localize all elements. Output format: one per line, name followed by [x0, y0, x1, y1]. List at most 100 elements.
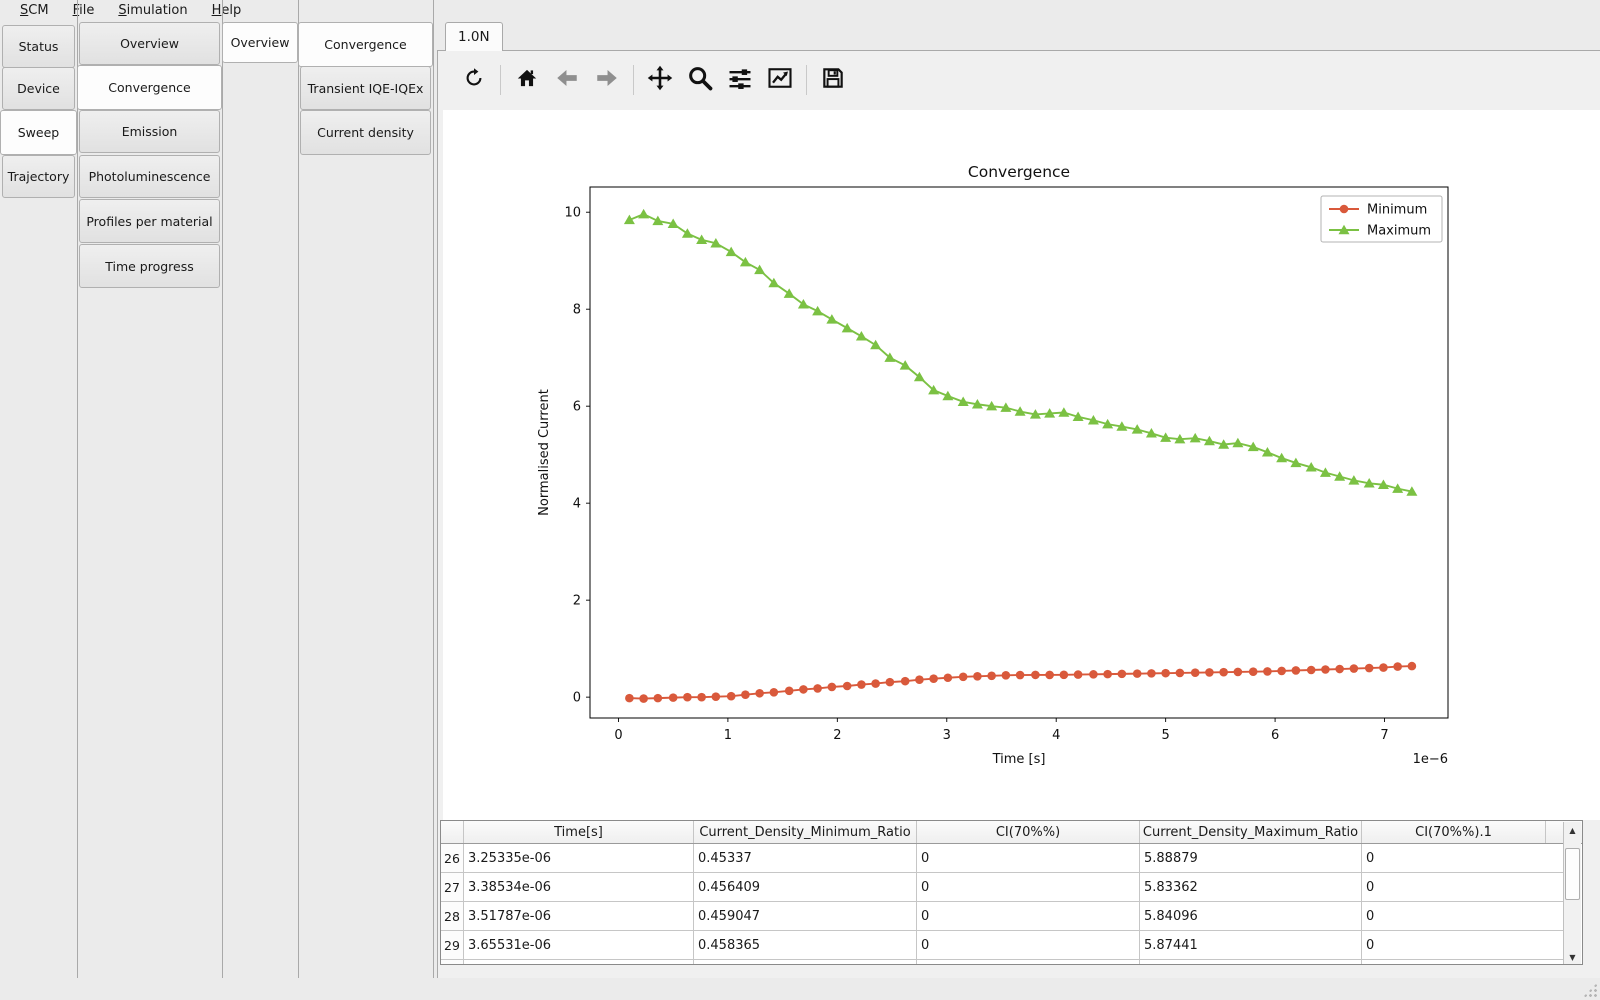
svg-text:3: 3 — [943, 728, 951, 743]
cell-ci70: 0 — [917, 931, 1140, 960]
cell-ci70-1: 0 — [1362, 902, 1564, 931]
cell-max-ratio: 5.87441 — [1140, 931, 1362, 960]
back-arrow-icon — [554, 65, 580, 95]
svg-text:Convergence: Convergence — [968, 163, 1070, 181]
tab-overview-l2[interactable]: Overview — [79, 22, 220, 65]
plot-toolbar — [443, 55, 850, 105]
svg-text:Minimum: Minimum — [1367, 203, 1427, 218]
svg-text:0: 0 — [614, 728, 622, 743]
svg-text:4: 4 — [573, 497, 581, 512]
col-header-time[interactable]: Time[s] — [464, 821, 694, 843]
cell-min-ratio: 0.459047 — [694, 902, 917, 931]
cell-ci70: 0 — [917, 873, 1140, 902]
cell-time: 3.38534e-06 — [464, 873, 694, 902]
svg-text:Maximum: Maximum — [1367, 224, 1431, 239]
table-row: 28 3.51787e-06 0.459047 0 5.84096 0 — [441, 902, 1582, 931]
cell-ci70: 0 — [917, 960, 1140, 965]
refresh-icon — [462, 66, 486, 94]
nav-column-2: Overview Convergence Emission Photolumin… — [77, 0, 223, 978]
table-vertical-scrollbar[interactable]: ▲ ▼ — [1563, 822, 1581, 965]
row-index: 27 — [441, 873, 464, 902]
cell-time: 3.51787e-06 — [464, 902, 694, 931]
tab-status[interactable]: Status — [2, 25, 75, 68]
pan-icon — [646, 64, 674, 96]
home-icon — [514, 65, 540, 95]
scrollbar-thumb[interactable] — [1565, 848, 1580, 900]
scroll-up-arrow-icon[interactable]: ▲ — [1564, 822, 1581, 838]
cell-max-ratio: 5.84096 — [1140, 902, 1362, 931]
table-row-partial: 30 3.80543e-06 0.460151 0 5.89474 0 — [441, 960, 1582, 965]
col-header-ci70-1[interactable]: CI(70%%).1 — [1362, 821, 1546, 843]
sliders-icon — [726, 64, 754, 96]
cell-ci70: 0 — [917, 844, 1140, 873]
svg-text:8: 8 — [573, 303, 581, 318]
corner-cell — [441, 821, 464, 843]
svg-text:7: 7 — [1380, 728, 1388, 743]
cell-ci70-1: 0 — [1362, 931, 1564, 960]
row-index: 26 — [441, 844, 464, 873]
cell-max-ratio: 5.88879 — [1140, 844, 1362, 873]
forward-arrow-icon — [594, 65, 620, 95]
tab-sweep[interactable]: Sweep — [0, 110, 77, 155]
tab-device[interactable]: Device — [2, 67, 75, 110]
figure-canvas[interactable]: 012345670246810ConvergenceNormalised Cur… — [443, 110, 1600, 820]
svg-text:6: 6 — [573, 400, 581, 415]
cell-time: 3.80543e-06 — [464, 960, 694, 965]
edit-parameters-button[interactable] — [763, 63, 797, 97]
tab-emission[interactable]: Emission — [79, 110, 220, 153]
zoom-button[interactable] — [683, 63, 717, 97]
home-button[interactable] — [510, 63, 544, 97]
convergence-chart: 012345670246810ConvergenceNormalised Cur… — [443, 110, 1600, 820]
cell-min-ratio: 0.460151 — [694, 960, 917, 965]
configure-subplots-button[interactable] — [723, 63, 757, 97]
table-header-row: Time[s] Current_Density_Minimum_Ratio CI… — [441, 821, 1582, 844]
tab-transient-iqe-iqex[interactable]: Transient IQE-IQEx — [300, 66, 431, 110]
tab-photoluminescence[interactable]: Photoluminescence — [79, 155, 220, 198]
tab-convergence-l4[interactable]: Convergence — [298, 22, 433, 67]
svg-text:10: 10 — [564, 206, 581, 221]
cell-min-ratio: 0.45337 — [694, 844, 917, 873]
svg-text:6: 6 — [1271, 728, 1279, 743]
svg-text:Time [s]: Time [s] — [992, 752, 1046, 767]
col-header-ci70[interactable]: CI(70%%) — [917, 821, 1140, 843]
table-row: 26 3.25335e-06 0.45337 0 5.88879 0 — [441, 844, 1582, 873]
toolbar-separator — [500, 65, 501, 95]
document-tab-bar: 1.0N — [437, 22, 1600, 50]
toolbar-separator — [806, 65, 807, 95]
tab-convergence-l2[interactable]: Convergence — [77, 65, 222, 110]
forward-button[interactable] — [590, 63, 624, 97]
cell-max-ratio: 5.89474 — [1140, 960, 1362, 965]
application-window: SCM File Simulation Help Status Device S… — [0, 0, 1600, 1000]
cell-min-ratio: 0.456409 — [694, 873, 917, 902]
svg-text:Normalised Current: Normalised Current — [537, 389, 552, 516]
svg-text:2: 2 — [573, 594, 581, 609]
scroll-down-arrow-icon[interactable]: ▼ — [1564, 949, 1581, 965]
save-floppy-icon — [820, 65, 846, 95]
line-chart-icon — [766, 64, 794, 96]
back-button[interactable] — [550, 63, 584, 97]
tab-trajectory[interactable]: Trajectory — [2, 155, 75, 198]
refresh-button[interactable] — [457, 63, 491, 97]
nav-column-3: Overview — [222, 0, 299, 978]
cell-time: 3.25335e-06 — [464, 844, 694, 873]
window-resize-grip[interactable] — [1583, 983, 1597, 997]
tab-profiles-per-material[interactable]: Profiles per material — [79, 199, 220, 243]
row-index: 30 — [441, 960, 464, 965]
row-index: 29 — [441, 931, 464, 960]
col-header-min-ratio[interactable]: Current_Density_Minimum_Ratio — [694, 821, 917, 843]
col-header-max-ratio[interactable]: Current_Density_Maximum_Ratio — [1140, 821, 1362, 843]
row-index: 28 — [441, 902, 464, 931]
svg-text:1e−6: 1e−6 — [1413, 752, 1448, 767]
tab-document-1-0N[interactable]: 1.0N — [445, 22, 503, 51]
tab-overview-l3[interactable]: Overview — [222, 22, 298, 63]
tab-time-progress[interactable]: Time progress — [79, 244, 220, 288]
cell-ci70-1: 0 — [1362, 873, 1564, 902]
convergence-data-table: Time[s] Current_Density_Minimum_Ratio CI… — [440, 820, 1583, 965]
tab-current-density[interactable]: Current density — [300, 110, 431, 155]
svg-text:1: 1 — [724, 728, 732, 743]
pan-button[interactable] — [643, 63, 677, 97]
svg-text:0: 0 — [573, 691, 581, 706]
save-button[interactable] — [816, 63, 850, 97]
cell-time: 3.65531e-06 — [464, 931, 694, 960]
cell-ci70-1: 0 — [1362, 960, 1564, 965]
